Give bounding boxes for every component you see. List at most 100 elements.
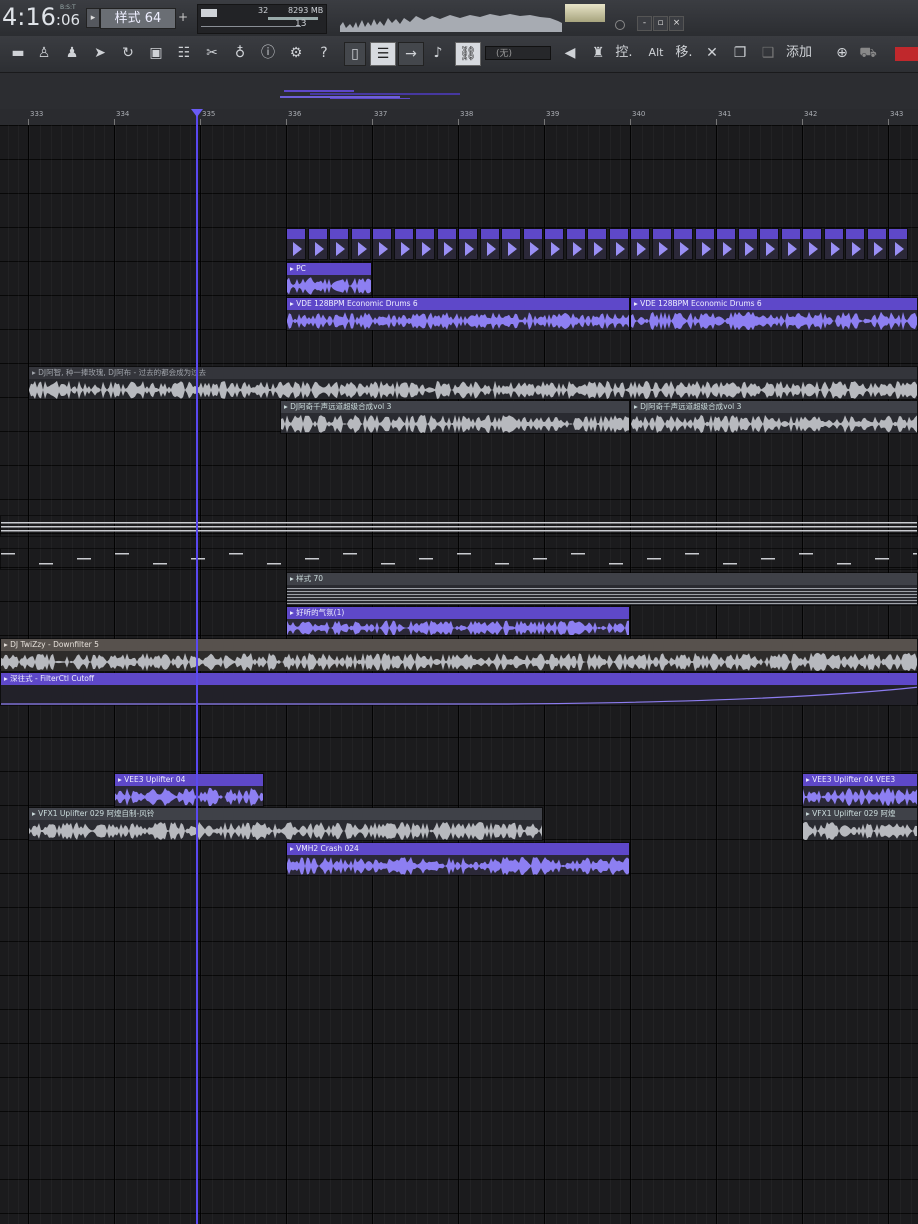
snap-selector[interactable]: (无) [485, 46, 551, 60]
mute-icon[interactable]: ◀ [560, 42, 580, 64]
mic-icon[interactable]: ♁ [230, 42, 250, 64]
pattern-block[interactable] [673, 228, 693, 260]
pattern-block[interactable] [652, 228, 672, 260]
playlist-overview[interactable] [0, 73, 918, 109]
pattern-block[interactable] [566, 228, 586, 260]
pattern-block[interactable] [480, 228, 500, 260]
restore-button[interactable]: ▫ [653, 16, 668, 31]
pattern-block[interactable] [802, 228, 822, 260]
person-icon[interactable]: ♟ [62, 42, 82, 64]
pattern-block-header [352, 229, 370, 239]
move-button[interactable]: 移. [674, 42, 694, 64]
pattern-selector[interactable]: 样式 64 [100, 8, 176, 29]
piano-icon[interactable]: ☰ [370, 42, 396, 66]
pattern-block[interactable] [458, 228, 478, 260]
pattern-prev-button[interactable]: ▸ [86, 8, 100, 28]
pattern-block[interactable] [867, 228, 887, 260]
clip-pc[interactable]: ▸ PC [286, 262, 372, 296]
clip-waveform [803, 786, 917, 806]
tempo-panel[interactable]: 32 8293 MB 13 [197, 4, 327, 34]
copy-icon[interactable]: ❐ [730, 42, 750, 64]
pattern-block[interactable] [372, 228, 392, 260]
clip-waveform [1, 651, 917, 671]
cart-icon[interactable]: ⛟ [858, 42, 878, 64]
delete-icon[interactable]: ✕ [702, 42, 722, 64]
alt-button[interactable]: Alt [646, 42, 666, 64]
help-icon[interactable]: ? [314, 42, 334, 64]
clip-vee-a[interactable]: ▸ VEE3 Uplifter 04 [114, 773, 264, 807]
pattern-block[interactable] [329, 228, 349, 260]
pattern-block[interactable] [351, 228, 371, 260]
pattern-block[interactable] [394, 228, 414, 260]
pattern-block[interactable] [845, 228, 865, 260]
clip-vde1[interactable]: ▸ VDE 128BPM Economic Drums 6 [286, 297, 630, 331]
pattern-block[interactable] [824, 228, 844, 260]
playlist-toolbar: ▬ ♙ ♟ ➤ ↻ ▣ ☷ ✂ ♁ ⓘ ⚙ ? ▯ ☰ → ♪ ⛓ (无) ◀ … [0, 36, 918, 73]
waveform-graphic [1, 652, 917, 671]
pattern-block[interactable] [888, 228, 908, 260]
pattern-block[interactable] [609, 228, 629, 260]
info-icon[interactable]: ⓘ [258, 42, 278, 64]
note-clip-row[interactable] [0, 515, 918, 537]
ctrl-button[interactable]: 控. [614, 42, 634, 64]
loop-icon[interactable]: ↻ [118, 42, 138, 64]
ruler-bar-label: 341 [718, 110, 732, 118]
master-pitch-knob[interactable] [615, 20, 625, 30]
pattern-block[interactable] [437, 228, 457, 260]
clip-dj-a[interactable]: ▸ DJ阿奇千声远道超级合成vol 3 [280, 400, 630, 434]
plugin-icon[interactable]: ♙ [34, 42, 54, 64]
pattern-block[interactable] [587, 228, 607, 260]
step-seq-icon[interactable]: ▯ [344, 42, 366, 66]
paste-icon[interactable]: ❑ [758, 42, 778, 64]
mixer-icon[interactable]: ☷ [174, 42, 194, 64]
save-icon[interactable]: ▣ [146, 42, 166, 64]
master-volume-knob[interactable] [565, 4, 605, 22]
link-icon[interactable]: ⛓ [455, 42, 481, 66]
clip-vfx-a[interactable]: ▸ VFX1 Uplifter 029 阿煌自制-风铃 [28, 807, 543, 841]
clip-vee-b[interactable]: ▸ VEE3 Uplifter 04 VEE3 [802, 773, 918, 807]
next-icon[interactable]: → [398, 42, 424, 66]
file-icon[interactable]: ▬ [8, 42, 28, 64]
pattern-block[interactable] [716, 228, 736, 260]
waveform-graphic [1, 686, 917, 705]
pattern-note-shape [379, 242, 388, 256]
playhead-marker[interactable] [191, 109, 203, 117]
add-button[interactable]: 添加 [786, 42, 812, 64]
playlist-grid[interactable]: ▸ PC ▸ VDE 128BPM Economic Drums 6 ▸ VDE 1… [0, 125, 918, 1224]
minimize-button[interactable]: - [637, 16, 652, 31]
pattern-block[interactable] [781, 228, 801, 260]
clip-crash[interactable]: ▸ VMH2 Crash 024 [286, 842, 630, 876]
settings-icon[interactable]: ⚙ [286, 42, 306, 64]
timeline-ruler[interactable]: 333 334 335 336 337 338 339 340 341 342 343 [0, 109, 918, 126]
clip-filter[interactable]: ▸ 深往式 - FilterCtl Cutoff [0, 672, 918, 706]
pattern-block[interactable] [308, 228, 328, 260]
pattern-block[interactable] [695, 228, 715, 260]
pattern-block[interactable] [738, 228, 758, 260]
pattern-block[interactable] [544, 228, 564, 260]
close-button[interactable]: × [669, 16, 684, 31]
flag-icon[interactable] [895, 47, 918, 61]
pattern-block[interactable] [630, 228, 650, 260]
tempo-slider[interactable] [201, 9, 217, 17]
stamp-icon[interactable]: ♪ [428, 42, 448, 64]
clip-twizzy[interactable]: ▸ DJ TwiZzy - Downfilter 5 [0, 638, 918, 672]
arrow-icon[interactable]: ➤ [90, 42, 110, 64]
clip-pat70[interactable]: ▸ 样式 70 [286, 572, 918, 606]
clip-dj-b[interactable]: ▸ DJ阿奇千声远道超级合成vol 3 [630, 400, 918, 434]
clip-vde2[interactable]: ▸ VDE 128BPM Economic Drums 6 [630, 297, 918, 331]
clip-dj-long[interactable]: ▸ DJ阿智, 种一捧玫瑰, DJ阿布 - 过去的都会成为过去 [28, 366, 918, 400]
clip-hao[interactable]: ▸ 好听的气氛(1) [286, 606, 630, 636]
pattern-add-button[interactable]: + [177, 8, 189, 27]
pattern-block[interactable] [415, 228, 435, 260]
playhead[interactable] [196, 109, 198, 1224]
clip-vfx-b[interactable]: ▸ VFX1 Uplifter 029 阿煌 [802, 807, 918, 841]
cut-icon[interactable]: ✂ [202, 42, 222, 64]
pattern-block-body [825, 239, 843, 259]
stamp2-icon[interactable]: ♜ [588, 42, 608, 64]
split-icon[interactable]: ⊕ [832, 42, 852, 64]
pattern-block[interactable] [501, 228, 521, 260]
pattern-block[interactable] [523, 228, 543, 260]
pattern-block[interactable] [759, 228, 779, 260]
note-clip-row[interactable] [0, 548, 918, 570]
pattern-block[interactable] [286, 228, 306, 260]
